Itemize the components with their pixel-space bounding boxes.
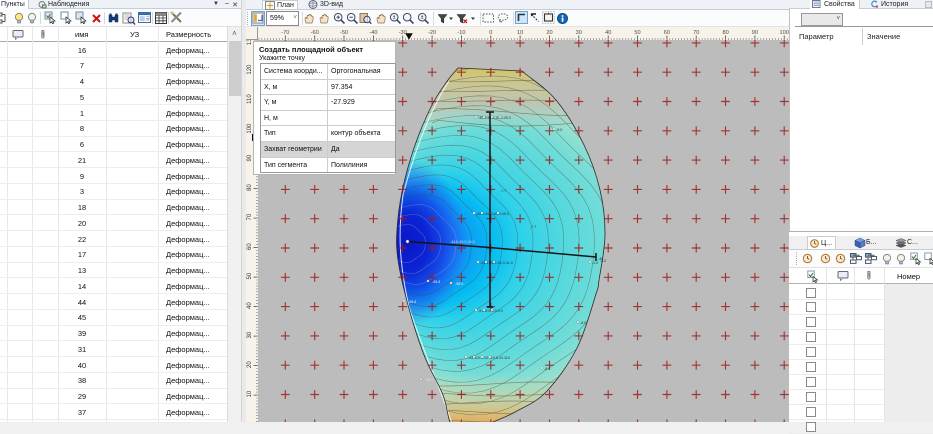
svg-text:80: 80 xyxy=(722,30,728,36)
svg-text:60: 60 xyxy=(247,243,253,250)
svg-text:30: 30 xyxy=(576,30,582,36)
svg-text:-8.0: -8.0 xyxy=(580,321,586,325)
svg-text:20: 20 xyxy=(546,30,552,36)
svg-text:-98.0: -98.0 xyxy=(455,282,463,286)
svg-text:-8.4: -8.4 xyxy=(544,367,550,371)
svg-text:40: 40 xyxy=(247,302,253,309)
svg-text:50: 50 xyxy=(247,272,253,279)
svg-text:-30: -30 xyxy=(399,30,407,36)
svg-text:-98.0: -98.0 xyxy=(425,378,433,382)
svg-text:-70: -70 xyxy=(281,30,289,36)
svg-text:-50: -50 xyxy=(340,30,348,36)
svg-text:-8.0: -8.0 xyxy=(556,128,562,132)
svg-text:20: 20 xyxy=(247,361,253,368)
svg-text:100: 100 xyxy=(780,30,789,36)
svg-text:-60: -60 xyxy=(311,30,319,36)
svg-text:30: 30 xyxy=(247,331,253,338)
svg-text:90: 90 xyxy=(752,30,758,36)
svg-text:-20: -20 xyxy=(428,30,436,36)
svg-text:70: 70 xyxy=(247,213,253,220)
svg-text:-44.0-45.0-44.0: -44.0-45.0-44.0 xyxy=(450,240,475,244)
svg-text:-98.8: -98.8 xyxy=(408,300,416,304)
svg-text:-40: -40 xyxy=(598,257,603,261)
svg-text:50: 50 xyxy=(634,30,640,36)
svg-text:0: 0 xyxy=(489,30,492,36)
svg-text:-9.0-9.0-9.0-9.0: -9.0-9.0-9.0-9.0 xyxy=(478,309,503,313)
svg-text:70: 70 xyxy=(693,30,699,36)
svg-text:80: 80 xyxy=(247,184,253,191)
svg-text:-7.7: -7.7 xyxy=(500,189,506,193)
svg-text:-98.8: -98.8 xyxy=(432,280,440,284)
svg-text:40: 40 xyxy=(605,30,611,36)
svg-text:-7.7: -7.7 xyxy=(530,225,536,229)
svg-text:10: 10 xyxy=(247,390,253,397)
svg-text:-4.0: -4.0 xyxy=(592,261,598,265)
svg-text:10: 10 xyxy=(517,30,523,36)
svg-text:-40: -40 xyxy=(369,30,377,36)
svg-text:60: 60 xyxy=(664,30,670,36)
svg-text:-10: -10 xyxy=(457,30,465,36)
